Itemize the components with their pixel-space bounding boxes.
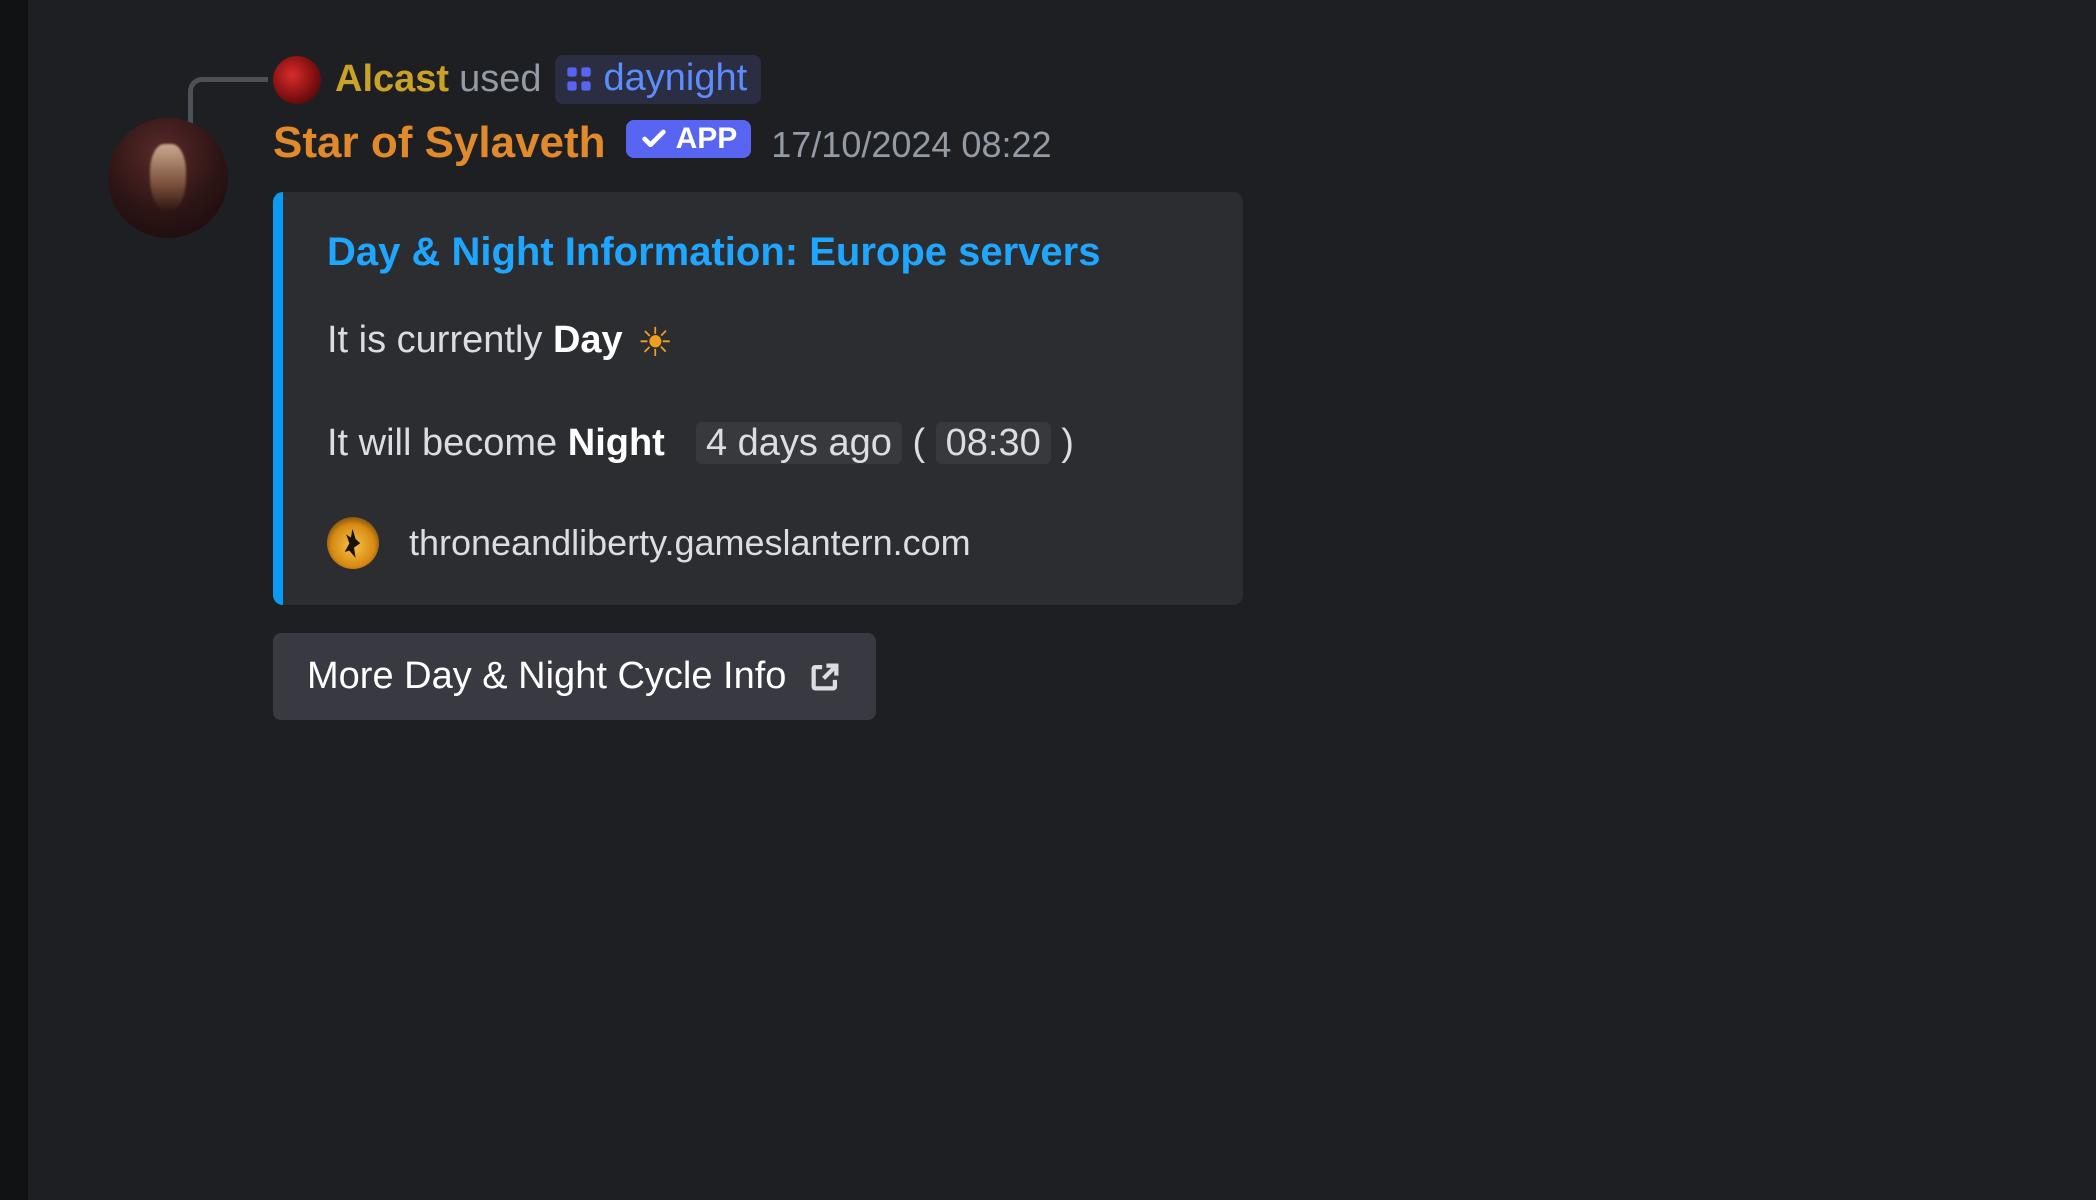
command-context-row[interactable]: Alcast used daynight (273, 55, 2008, 104)
footer-site-text: throneandliberty.gameslantern.com (409, 522, 971, 564)
bot-username[interactable]: Star of Sylaveth (273, 118, 606, 168)
more-info-button-label: More Day & Night Cycle Info (307, 655, 786, 698)
embed-line2-prefix: It will become (327, 422, 568, 464)
embed-card: Day & Night Information: Europe servers … (273, 192, 1243, 605)
message-block: Alcast used daynight Star of (108, 55, 2008, 720)
message-main-row: Star of Sylaveth APP 17/10/2024 08:22 Da… (108, 118, 2008, 720)
window-left-border (0, 0, 28, 1200)
slash-command-icon (565, 65, 593, 93)
embed-line1-prefix: It is currently (327, 319, 553, 361)
invoker-avatar[interactable] (273, 56, 321, 104)
discord-message-area: Alcast used daynight Star of (28, 0, 2096, 1200)
slash-command-badge[interactable]: daynight (555, 55, 761, 104)
invoker-username[interactable]: Alcast (335, 58, 449, 101)
relative-timestamp-chip[interactable]: 4 days ago (696, 422, 902, 464)
bot-avatar[interactable] (108, 118, 228, 238)
app-badge-label: APP (676, 122, 738, 156)
used-label: used (459, 58, 541, 101)
sun-icon: ☀ (637, 316, 673, 370)
external-link-icon (808, 660, 842, 694)
app-badge: APP (626, 120, 752, 158)
embed-next-state: It will become Night 4 days ago ( 08:30 … (327, 418, 1199, 469)
message-timestamp: 17/10/2024 08:22 (771, 124, 1051, 166)
embed-footer: throneandliberty.gameslantern.com (327, 517, 1199, 569)
paren-close: ) (1051, 422, 1074, 464)
embed-title[interactable]: Day & Night Information: Europe servers (327, 230, 1199, 275)
embed-line2-bold: Night (568, 422, 665, 464)
embed-current-state: It is currently Day ☀ (327, 315, 1199, 370)
message-header: Star of Sylaveth APP 17/10/2024 08:22 (273, 118, 2008, 168)
more-info-button[interactable]: More Day & Night Cycle Info (273, 633, 876, 720)
footer-site-icon (327, 517, 379, 569)
paren-open: ( (912, 422, 935, 464)
embed-line1-bold: Day (553, 319, 623, 361)
verified-check-icon (640, 125, 668, 153)
slash-command-name: daynight (603, 57, 747, 100)
absolute-time-chip[interactable]: 08:30 (936, 422, 1051, 464)
message-content: Star of Sylaveth APP 17/10/2024 08:22 Da… (273, 118, 2008, 720)
